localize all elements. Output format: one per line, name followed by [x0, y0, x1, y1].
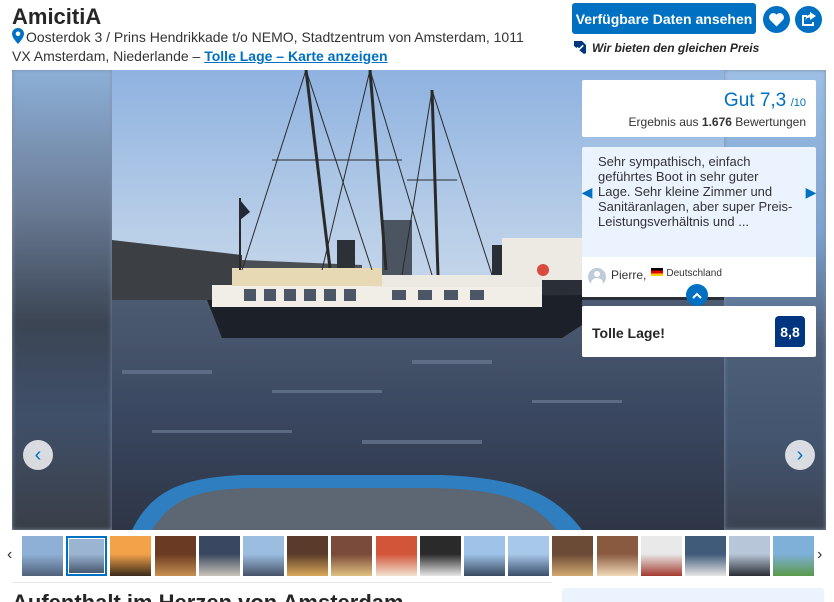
review-prev-button[interactable]: ◀: [581, 177, 593, 207]
thumbnail-strip: ‹ ›: [0, 534, 834, 578]
gallery-thumbnail[interactable]: [331, 536, 373, 576]
reviewer-name: Pierre,: [611, 268, 647, 282]
avatar: [588, 268, 606, 286]
chevron-left-icon: ‹: [34, 443, 42, 466]
gallery-thumbnail[interactable]: [110, 536, 152, 576]
gallery-thumbnail[interactable]: [596, 536, 638, 576]
main-photo[interactable]: [112, 70, 724, 530]
gallery-thumbnail[interactable]: [729, 536, 771, 576]
thumbnail-prev-button[interactable]: ‹: [7, 546, 12, 564]
score-word: Gut 7,3: [723, 90, 787, 111]
chevron-right-icon: ›: [796, 443, 804, 466]
section-divider: [12, 582, 552, 583]
review-snippet-card: ◀ Sehr sympathisch, einfach geführtes Bo…: [581, 147, 817, 306]
price-match: Wir bieten den gleichen Preis: [572, 40, 759, 55]
gallery-thumbnail[interactable]: [66, 536, 108, 576]
gallery-thumbnail[interactable]: [773, 536, 815, 576]
score-prefix: Ergebnis aus: [628, 115, 699, 129]
share-button[interactable]: [795, 6, 822, 33]
gallery-thumbnail[interactable]: [508, 536, 550, 576]
description-heading: Aufenthalt im Herzen von Amsterdam: [12, 590, 404, 602]
gallery-thumbnail[interactable]: [552, 536, 594, 576]
review-next-button[interactable]: ▶: [805, 177, 817, 207]
collapse-reviews-button[interactable]: [686, 284, 708, 306]
address: Oosterdok 3 / Prins Hendrikkade t/o NEMO…: [12, 28, 542, 66]
score-max: /10: [790, 97, 806, 109]
gallery-thumbnail[interactable]: [243, 536, 284, 576]
gallery-thumbnail[interactable]: [419, 536, 461, 576]
sidebar-box: [562, 588, 824, 602]
location-score-card[interactable]: Tolle Lage! 8,8: [582, 306, 816, 357]
gallery-thumbnail[interactable]: [685, 536, 726, 576]
country-name: Deutschland: [666, 268, 722, 279]
review-score-card[interactable]: Gut 7,3 /10 Ergebnis aus 1.676 Bewertung…: [582, 80, 816, 137]
triangle-left-icon: ◀: [581, 183, 593, 200]
gallery-prev-button[interactable]: ‹: [23, 440, 53, 470]
location-label: Tolle Lage!: [592, 325, 665, 341]
thumbnail-next-button[interactable]: ›: [817, 546, 822, 564]
price-match-text: Wir bieten den gleichen Preis: [592, 40, 760, 55]
map-link[interactable]: Tolle Lage – Karte anzeigen: [204, 48, 387, 64]
gallery-thumbnail[interactable]: [198, 536, 240, 576]
gallery-thumbnail[interactable]: [464, 536, 505, 576]
review-text: Sehr sympathisch, einfach geführtes Boot…: [598, 154, 793, 229]
hotel-name: AmicitiA: [12, 4, 102, 29]
location-score: 8,8: [775, 316, 805, 347]
map-pin-icon: [12, 28, 24, 44]
gallery-thumbnail[interactable]: [22, 536, 63, 576]
gallery-thumbnail[interactable]: [640, 536, 682, 576]
price-match-icon: [574, 41, 586, 54]
gallery-next-button[interactable]: ›: [785, 440, 815, 470]
score-suffix: Bewertungen: [735, 115, 806, 129]
germany-flag-icon: [651, 268, 664, 276]
share-icon: [801, 12, 816, 26]
gallery-thumbnail[interactable]: [154, 536, 196, 576]
chevron-up-icon: [692, 292, 702, 299]
see-availability-button[interactable]: Verfügbare Daten ansehen: [572, 3, 756, 34]
score-count: Ergebnis aus 1.676 Bewertungen: [582, 115, 806, 129]
favorite-button[interactable]: [763, 6, 790, 33]
heart-icon: [769, 12, 784, 26]
gallery-thumbnail[interactable]: [287, 536, 329, 576]
review-count: 1.676: [701, 115, 732, 129]
gallery-thumbnail[interactable]: [375, 536, 417, 576]
triangle-right-icon: ▶: [805, 183, 817, 200]
reviewer-country: Deutschland: [651, 268, 722, 279]
